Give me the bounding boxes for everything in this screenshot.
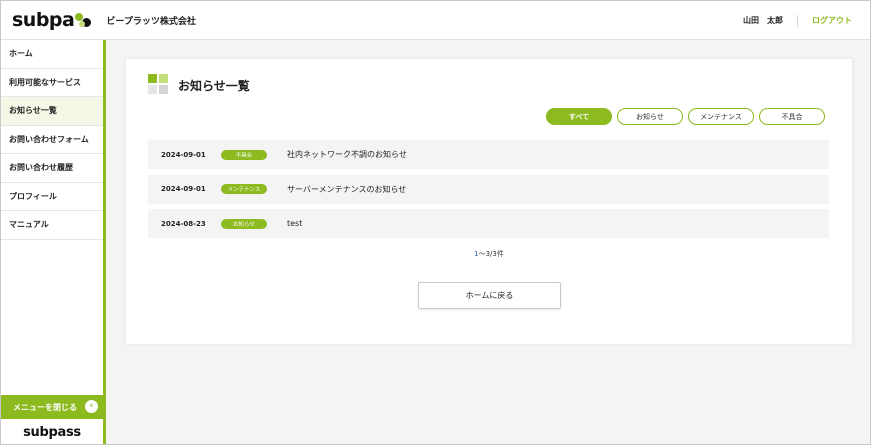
notice-title: test	[287, 219, 303, 228]
category-badge: お知らせ	[221, 218, 267, 229]
chevron-left-icon: ‹	[85, 400, 98, 413]
brand-logo[interactable]: subpa	[12, 1, 93, 40]
header-user-area: 山田 太郎 ログアウト	[743, 1, 852, 40]
sidebar-logo: subpass	[1, 420, 103, 444]
notice-date: 2024-09-01	[161, 185, 206, 193]
category-badge: 不具合	[221, 149, 267, 160]
sidebar-item-profile[interactable]: プロフィール	[1, 183, 103, 211]
sidebar-item-services[interactable]: 利用可能なサービス	[1, 69, 103, 97]
logo-mark-icon	[75, 12, 93, 28]
header-divider	[797, 14, 798, 27]
notices-card: お知らせ一覧 すべて お知らせ メンテナンス 不具合 2024-09-01 不具…	[126, 59, 852, 344]
notice-title: 社内ネットワーク不調のお知らせ	[287, 150, 407, 159]
company-name: ビープラッツ株式会社	[106, 16, 196, 27]
sidebar-item-notices[interactable]: お知らせ一覧	[1, 97, 103, 126]
category-filter: すべて お知らせ メンテナンス 不具合	[546, 108, 825, 125]
sidebar-item-contact-history[interactable]: お問い合わせ履歴	[1, 154, 103, 183]
page-title-area: お知らせ一覧	[148, 74, 250, 96]
sidebar-item-home[interactable]: ホーム	[1, 40, 103, 69]
notice-row[interactable]: 2024-09-01 メンテナンス サーバーメンテナンスのお知らせ	[148, 174, 829, 204]
notice-row[interactable]: 2024-08-23 お知らせ test	[148, 209, 829, 238]
notice-date: 2024-09-01	[161, 150, 206, 159]
sidebar-logo-wordmark: subpass	[23, 424, 81, 440]
notice-title: サーバーメンテナンスのお知らせ	[287, 184, 407, 194]
sidebar-item-contact-form[interactable]: お問い合わせフォーム	[1, 126, 103, 154]
sidebar: ホーム 利用可能なサービス お知らせ一覧 お問い合わせフォーム お問い合わせ履歴…	[1, 40, 106, 444]
filter-all[interactable]: すべて	[546, 108, 612, 125]
logo-wordmark: subpa	[12, 9, 75, 31]
filter-bug[interactable]: 不具合	[759, 108, 825, 125]
app-header: subpa ビープラッツ株式会社 山田 太郎 ログアウト	[1, 1, 870, 40]
sidebar-item-manual[interactable]: マニュアル	[1, 211, 103, 240]
close-menu-label: メニューを閉じる	[13, 402, 77, 412]
category-badge: メンテナンス	[221, 184, 267, 194]
grid-icon	[148, 74, 170, 96]
filter-notice[interactable]: お知らせ	[617, 108, 683, 125]
logout-link[interactable]: ログアウト	[812, 15, 852, 26]
main-content: お知らせ一覧 すべて お知らせ メンテナンス 不具合 2024-09-01 不具…	[106, 40, 870, 444]
pagination-sep: ～	[478, 250, 486, 258]
notice-row[interactable]: 2024-09-01 不具合 社内ネットワーク不調のお知らせ	[148, 140, 829, 169]
close-menu-button[interactable]: メニューを閉じる ‹	[1, 395, 103, 419]
pagination-summary: 1～3/3件	[126, 249, 852, 259]
page-title: お知らせ一覧	[178, 78, 250, 93]
notice-date: 2024-08-23	[161, 219, 206, 228]
pagination-unit: 件	[496, 250, 504, 258]
filter-maintenance[interactable]: メンテナンス	[688, 108, 754, 125]
notice-list: 2024-09-01 不具合 社内ネットワーク不調のお知らせ 2024-09-0…	[148, 140, 829, 244]
back-to-home-button[interactable]: ホームに戻る	[418, 282, 561, 309]
user-name: 山田 太郎	[743, 16, 783, 25]
